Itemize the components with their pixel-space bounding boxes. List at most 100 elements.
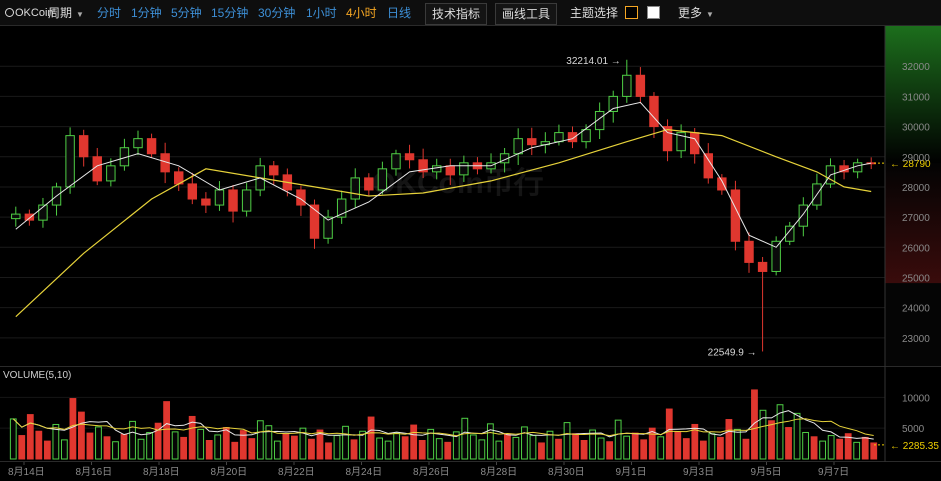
- kline-chart[interactable]: OKCoin币行 32214.01 →22549.9 →← 28790 2300…: [0, 0, 941, 481]
- candle-down: [445, 165, 455, 176]
- volume-bar-down: [716, 436, 724, 460]
- watermark: OKCoin币行: [372, 167, 544, 200]
- candle-down: [744, 240, 754, 263]
- date-tick-label: 8月22日: [278, 466, 315, 478]
- price-tick-label: 27000: [902, 213, 930, 224]
- volume-bar-down: [180, 436, 188, 460]
- volume-bar-down: [504, 433, 511, 460]
- volume-bar-up: [734, 428, 741, 460]
- volume-bar-down: [682, 438, 690, 460]
- volume-bar-up: [146, 431, 153, 460]
- volume-bar-down: [785, 427, 792, 460]
- candle-down: [24, 213, 35, 221]
- date-tick-label: 8月18日: [143, 466, 180, 478]
- volume-bar-down: [120, 433, 128, 460]
- volume-bar-up: [112, 441, 119, 460]
- volume-bar-down: [231, 441, 239, 460]
- volume-tick-label: 5000: [902, 424, 925, 435]
- volume-bar-up: [435, 438, 443, 460]
- volume-bar-up: [95, 426, 102, 460]
- volume-bar-down: [410, 424, 418, 460]
- candle-down: [527, 138, 537, 146]
- price-tick-label: 26000: [902, 243, 930, 254]
- volume-bar-down: [248, 438, 256, 460]
- candle-up: [391, 153, 401, 170]
- volume-bar-down: [861, 436, 869, 460]
- volume-bar-down: [665, 408, 673, 460]
- candle-up: [432, 165, 442, 173]
- volume-bar-up: [486, 423, 494, 460]
- volume-bar-up: [137, 438, 145, 460]
- date-tick-label: 8月14日: [8, 466, 45, 478]
- volume-bar-down: [572, 433, 579, 460]
- candle-up: [214, 189, 225, 206]
- high-price-annotation: 32214.01 →: [566, 56, 621, 67]
- volume-bar-down: [308, 438, 315, 460]
- volume-bar-down: [699, 440, 707, 460]
- candle-up: [133, 138, 143, 149]
- volume-bar-down: [768, 420, 775, 460]
- candle-up: [377, 168, 388, 191]
- price-tick-label: 32000: [902, 62, 930, 73]
- volume-bar-up: [342, 425, 349, 460]
- volume-bar-up: [495, 440, 503, 460]
- volume-bar-up: [657, 436, 665, 460]
- volume-bar-up: [376, 437, 383, 460]
- candle-up: [11, 213, 21, 220]
- volume-bar-up: [819, 440, 827, 460]
- volume-bar-down: [742, 438, 750, 460]
- low-price-annotation: 22549.9 →: [708, 347, 757, 358]
- candle-down: [404, 153, 415, 161]
- volume-panel-title: VOLUME(5,10): [3, 370, 71, 381]
- volume-bar-down: [222, 427, 230, 460]
- volume-bar-up: [461, 417, 469, 460]
- candle-down: [201, 198, 211, 206]
- volume-bar-up: [333, 435, 341, 460]
- volume-bar-up: [827, 435, 835, 460]
- volume-bar-down: [444, 441, 452, 460]
- volume-bar-down: [580, 440, 588, 460]
- candle-down: [269, 165, 279, 176]
- candle-down: [730, 189, 741, 242]
- candle-up: [459, 162, 469, 176]
- price-tick-label: 31000: [902, 92, 930, 103]
- candle-up: [350, 177, 360, 200]
- candle-down: [703, 153, 713, 179]
- volume-bar-up: [563, 422, 571, 460]
- volume-bar-down: [18, 435, 26, 460]
- price-tick-label: 24000: [902, 304, 930, 315]
- volume-bar-down: [401, 436, 409, 460]
- candle-up: [106, 165, 116, 182]
- candle-down: [92, 156, 102, 182]
- candle-down: [649, 95, 659, 128]
- volume-bar-up: [708, 433, 716, 460]
- volume-bar-up: [853, 441, 861, 460]
- volume-bar-down: [810, 436, 818, 460]
- candle-down: [228, 189, 238, 212]
- volume-bar-up: [478, 439, 486, 460]
- volume-bar-up: [521, 426, 528, 460]
- volume-bar-up: [529, 435, 537, 460]
- volume-bar-down: [725, 419, 733, 460]
- candle-down: [78, 135, 89, 158]
- candle-down: [635, 74, 646, 97]
- volume-bar-up: [623, 435, 631, 460]
- volume-bar-up: [597, 437, 605, 460]
- volume-bar-up: [393, 432, 401, 460]
- candle-down: [364, 177, 374, 191]
- volume-bar-down: [282, 433, 290, 460]
- volume-bar-down: [35, 430, 43, 460]
- volume-bar-up: [214, 434, 222, 460]
- candle-up: [513, 138, 523, 155]
- volume-bar-down: [43, 440, 51, 460]
- date-tick-label: 9月5日: [751, 466, 782, 478]
- date-tick-label: 8月30日: [548, 466, 585, 478]
- volume-bar-down: [367, 416, 375, 460]
- candle-down: [717, 177, 727, 191]
- volume-bar-up: [614, 419, 622, 460]
- candle-up: [241, 189, 252, 212]
- volume-bar-down: [606, 441, 614, 460]
- chart-background: [0, 26, 941, 481]
- volume-bar-down: [291, 435, 298, 460]
- date-tick-label: 8月20日: [211, 466, 248, 478]
